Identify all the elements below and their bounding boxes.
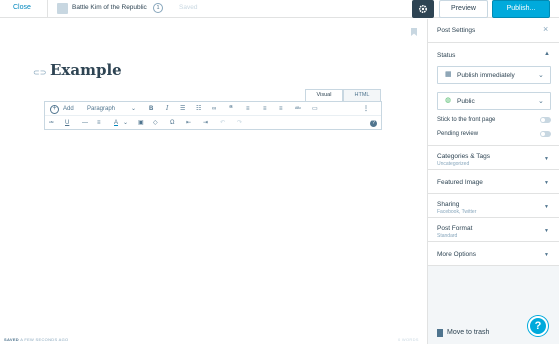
chevron-up-icon[interactable]: ▲	[544, 51, 550, 57]
bookmark-icon[interactable]	[411, 28, 417, 36]
bullet-list-icon[interactable]: ☰	[180, 105, 185, 113]
spellcheck-icon[interactable]: ᴬᴮᶜ	[295, 105, 301, 113]
italic-button[interactable]: I	[166, 105, 168, 113]
section-subtitle: Facebook, Twitter	[437, 209, 477, 215]
horizontal-rule-icon[interactable]: —	[82, 119, 88, 127]
sharing-section[interactable]: Sharing Facebook, Twitter ▼	[428, 194, 559, 218]
close-icon[interactable]: ×	[543, 25, 548, 34]
justify-icon[interactable]: ≡	[97, 119, 101, 127]
section-title: Sharing	[437, 201, 460, 208]
chevron-down-icon: ⌄	[538, 72, 544, 79]
add-media-button[interactable]: Add	[63, 105, 74, 113]
stick-front-page-label: Stick to the front page	[437, 117, 496, 123]
stick-front-page-toggle[interactable]	[540, 117, 551, 123]
site-count-badge: 1	[153, 3, 163, 13]
link-insert-icon[interactable]: ∞	[212, 105, 216, 113]
underline-icon[interactable]: U	[65, 119, 69, 127]
redo-icon[interactable]: ↷	[237, 119, 242, 127]
section-title: Featured Image	[437, 179, 483, 186]
paste-text-icon[interactable]: ▣	[138, 119, 144, 127]
add-icon[interactable]: +	[50, 105, 59, 114]
help-button[interactable]: ?	[528, 316, 548, 336]
numbered-list-icon[interactable]: ☷	[196, 105, 201, 113]
categories-tags-section[interactable]: Categories & Tags Uncategorized ▼	[428, 146, 559, 170]
footer-saved-label: SAVED	[4, 337, 19, 342]
formatting-toolbar: + Add Paragraph ⌄ B I ☰ ☷ ∞ “ ≡ ≡ ≡ ᴬᴮᶜ …	[44, 101, 382, 130]
featured-image-section[interactable]: Featured Image ▼	[428, 170, 559, 194]
editor-top-bar: Close Battle Kim of the Republic 1 Saved…	[0, 0, 559, 18]
word-count: 0 WORDS	[398, 337, 419, 342]
status-label[interactable]: Status	[437, 52, 455, 59]
pending-review-toggle[interactable]	[540, 131, 551, 137]
section-title: Categories & Tags	[437, 153, 490, 160]
trash-icon	[437, 329, 443, 337]
visibility-select[interactable]: ◍ Public ⌄	[437, 92, 551, 110]
move-to-trash-label: Move to trash	[447, 329, 490, 336]
post-settings-sidebar: Post Settings × Status ▲ ▦ Publish immed…	[427, 19, 559, 344]
bold-button[interactable]: B	[149, 105, 153, 113]
indent-icon[interactable]: ⇥	[203, 119, 208, 127]
chevron-down-icon: ▼	[544, 180, 549, 186]
section-title: More Options	[437, 251, 477, 258]
pending-review-label: Pending review	[437, 131, 479, 137]
publish-date-select[interactable]: ▦ Publish immediately ⌄	[437, 66, 551, 84]
sidebar-header: Post Settings ×	[428, 19, 559, 43]
chevron-down-icon: ▼	[544, 156, 549, 162]
section-subtitle: Standard	[437, 233, 458, 239]
section-subtitle: Uncategorized	[437, 161, 470, 167]
footer-save-status: SAVED A FEW SECONDS AGO	[4, 337, 68, 342]
chevron-down-icon: ▼	[544, 252, 549, 258]
calendar-icon: ▦	[445, 71, 452, 78]
strikethrough-icon[interactable]: ᴬᴮᶜ	[49, 119, 54, 127]
save-status: Saved	[179, 4, 198, 11]
footer-saved-time: A FEW SECONDS AGO	[20, 337, 69, 342]
post-title[interactable]: Example	[50, 61, 122, 79]
divider	[47, 0, 48, 18]
tab-visual[interactable]: Visual	[305, 89, 343, 101]
chevron-down-icon: ⌄	[538, 98, 544, 105]
site-title[interactable]: Battle Kim of the Republic	[72, 4, 147, 11]
blockquote-button[interactable]: “	[229, 105, 233, 113]
align-left-icon[interactable]: ≡	[246, 105, 250, 113]
post-format-section[interactable]: Post Format Standard ▼	[428, 218, 559, 242]
status-section: Status ▲ ▦ Publish immediately ⌄ ◍ Publi…	[428, 43, 559, 146]
align-center-icon[interactable]: ≡	[263, 105, 267, 113]
toolbar-row-secondary: ᴬᴮᶜ U — ≡ A ⌄ ▣ ◇ Ω ⇤ ⇥ ↶ ↷ ?	[45, 116, 381, 130]
visibility-label: Public	[457, 98, 475, 105]
globe-icon: ◍	[445, 97, 452, 104]
chevron-down-icon: ▼	[544, 228, 549, 234]
gear-icon	[418, 4, 428, 14]
tab-html[interactable]: HTML	[343, 89, 381, 101]
close-button[interactable]: Close	[13, 4, 31, 11]
site-icon	[57, 3, 68, 14]
sidebar-title: Post Settings	[437, 27, 476, 34]
format-select[interactable]: Paragraph	[87, 105, 115, 113]
clear-formatting-icon[interactable]: ◇	[153, 119, 158, 127]
publish-date-label: Publish immediately	[457, 72, 515, 79]
editor-area: ⊂⊃ Example Visual HTML + Add Paragraph ⌄…	[0, 19, 427, 344]
undo-icon[interactable]: ↶	[220, 119, 225, 127]
chevron-down-icon[interactable]: ⌄	[131, 105, 136, 113]
chevron-down-icon[interactable]: ⌄	[123, 119, 128, 127]
help-icon[interactable]: ?	[370, 120, 377, 127]
link-icon[interactable]: ⊂⊃	[33, 68, 46, 77]
settings-button[interactable]	[412, 0, 434, 18]
more-options-section[interactable]: More Options ▼	[428, 242, 559, 266]
section-title: Post Format	[437, 225, 473, 232]
align-right-icon[interactable]: ≡	[279, 105, 283, 113]
toolbar-row-primary: + Add Paragraph ⌄ B I ☰ ☷ ∞ “ ≡ ≡ ≡ ᴬᴮᶜ …	[45, 102, 381, 116]
publish-button[interactable]: Publish...	[492, 0, 550, 18]
chevron-down-icon: ▼	[544, 204, 549, 210]
preview-button[interactable]: Preview	[439, 0, 488, 18]
outdent-icon[interactable]: ⇤	[186, 119, 191, 127]
fullscreen-icon[interactable]: ▭	[312, 105, 318, 113]
more-options-button[interactable]: ⋮	[363, 105, 369, 113]
text-color-icon[interactable]: A	[114, 119, 118, 127]
special-character-button[interactable]: Ω	[170, 119, 175, 127]
